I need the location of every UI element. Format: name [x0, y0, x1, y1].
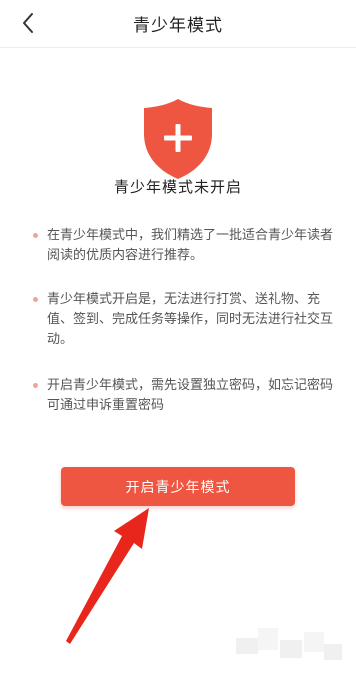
- page-title: 青少年模式: [133, 16, 223, 36]
- notice-text: 青少年模式开启是，无法进行打赏、送礼物、充值、签到、完成任务等操作，同时无法进行…: [47, 292, 334, 347]
- shield-plus-icon: [139, 96, 217, 182]
- notice-text: 开启青少年模式，需先设置独立密码，如忘记密码可通过申诉重置密码: [47, 378, 334, 413]
- notice-list: 在青少年模式中，我们精选了一批适合青少年读者阅读的优质内容进行推荐。 青少年模式…: [33, 226, 333, 416]
- bullet-dot: [33, 297, 38, 302]
- bullet-dot: [33, 233, 38, 238]
- notice-item: 在青少年模式中，我们精选了一批适合青少年读者阅读的优质内容进行推荐。: [33, 226, 333, 266]
- notice-item: 青少年模式开启是，无法进行打赏、送礼物、充值、签到、完成任务等操作，同时无法进行…: [33, 290, 333, 350]
- notice-item: 开启青少年模式，需先设置独立密码，如忘记密码可通过申诉重置密码: [33, 376, 333, 416]
- teen-mode-page: 青少年模式 青少年模式未开启 在青少年模式中，我们精选了一批适合青少年读者阅读的…: [0, 0, 356, 683]
- blurred-watermark: [236, 620, 346, 675]
- notice-text: 在青少年模式中，我们精选了一批适合青少年读者阅读的优质内容进行推荐。: [47, 228, 334, 263]
- top-bar: 青少年模式: [0, 0, 356, 48]
- teen-mode-status: 青少年模式未开启: [113, 178, 242, 196]
- bullet-dot: [33, 383, 38, 388]
- enable-teen-mode-button[interactable]: 开启青少年模式: [61, 467, 295, 506]
